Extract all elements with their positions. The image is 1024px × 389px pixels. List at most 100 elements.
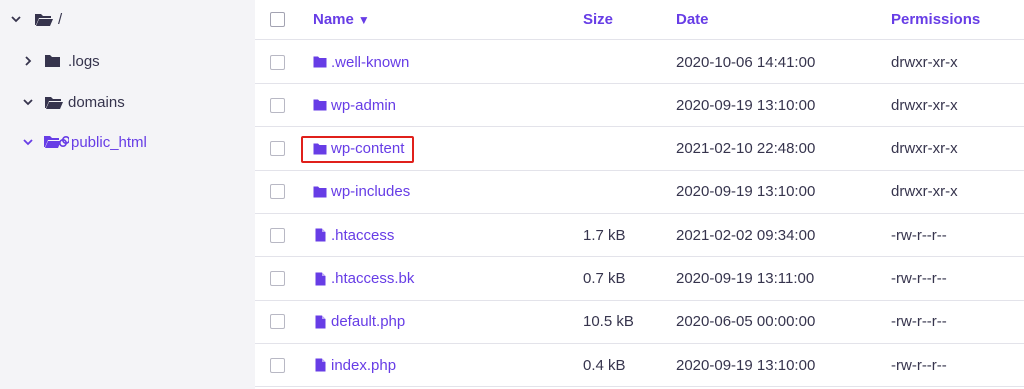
name-cell: default.php bbox=[313, 301, 405, 343]
chevron-down-icon[interactable] bbox=[22, 96, 34, 108]
permissions-cell: drwxr-xr-x bbox=[891, 53, 958, 71]
date-cell: 2021-02-10 22:48:00 bbox=[676, 140, 816, 158]
file-name-link[interactable]: wp-content bbox=[313, 140, 404, 157]
tree-item-label: domains bbox=[68, 93, 125, 111]
row-checkbox-cell bbox=[270, 84, 286, 126]
file-name: .well-known bbox=[331, 53, 410, 71]
permissions-cell: drwxr-xr-x bbox=[891, 96, 958, 114]
table-row[interactable]: index.php 0.4 kB 2020-09-19 13:10:00 -rw-r-… bbox=[255, 344, 1024, 388]
table-row[interactable]: .htaccess.bk 0.7 kB 2020-09-19 13:11:00 -rw… bbox=[255, 258, 1024, 301]
row-checkbox[interactable] bbox=[270, 227, 285, 243]
row-checkbox-cell bbox=[270, 344, 286, 386]
date-cell: 2020-09-19 13:10:00 bbox=[676, 356, 816, 374]
name-cell: .well-known bbox=[313, 41, 409, 83]
file-name-link[interactable]: index.php bbox=[313, 357, 396, 374]
sort-desc-icon: ▼ bbox=[357, 12, 370, 27]
tree-item-label: .logs bbox=[68, 52, 100, 70]
row-checkbox[interactable] bbox=[270, 97, 285, 113]
permissions-cell: -rw-r--r-- bbox=[891, 313, 947, 331]
date-cell: 2020-06-05 00:00:00 bbox=[676, 313, 816, 331]
column-header-date[interactable]: Date bbox=[676, 0, 709, 39]
size-cell: 0.7 kB bbox=[583, 270, 626, 287]
table-row[interactable]: default.php 10.5 kB 2020-06-05 00:00:00 -rw… bbox=[255, 301, 1024, 344]
date-cell: 2020-10-06 14:41:00 bbox=[676, 53, 816, 71]
row-checkbox[interactable] bbox=[270, 184, 285, 200]
file-name-link[interactable]: .htaccess bbox=[313, 227, 394, 244]
row-checkbox-cell bbox=[270, 128, 286, 170]
chevron-down-icon[interactable] bbox=[10, 13, 22, 25]
file-name: index.php bbox=[331, 356, 397, 374]
row-checkbox[interactable] bbox=[270, 271, 285, 286]
file-icon bbox=[313, 358, 327, 372]
date-cell: 2020-09-19 13:11:00 bbox=[676, 270, 815, 287]
folder-open-icon bbox=[34, 11, 56, 27]
tree-item-root[interactable]: / bbox=[10, 7, 62, 31]
file-name-link[interactable]: .htaccess.bk bbox=[313, 270, 414, 287]
row-checkbox[interactable] bbox=[270, 314, 285, 330]
tree-item-label: public_html bbox=[71, 133, 147, 151]
file-icon bbox=[313, 315, 327, 329]
size-cell: 1.7 kB bbox=[583, 226, 626, 244]
row-checkbox[interactable] bbox=[270, 141, 285, 157]
folder-tree-sidebar: / .logs domains public_html bbox=[0, 0, 255, 389]
size-cell: 0.4 kB bbox=[583, 356, 626, 374]
folder-icon bbox=[313, 185, 327, 199]
column-header-name-label: Name bbox=[313, 11, 354, 28]
row-checkbox-cell bbox=[270, 171, 286, 213]
row-checkbox-cell bbox=[270, 41, 286, 83]
folder-icon bbox=[313, 142, 327, 156]
select-all-checkbox[interactable] bbox=[270, 12, 285, 27]
file-name: default.php bbox=[331, 313, 406, 331]
table-row[interactable]: wp-content 2021-02-10 22:48:00 drwxr-xr-x bbox=[255, 128, 1024, 171]
date-cell: 2020-09-19 13:10:00 bbox=[676, 183, 816, 201]
file-name: .htaccess bbox=[331, 226, 395, 244]
file-list: Name ▼ Size Date Permissions .well-known… bbox=[255, 0, 1024, 389]
row-checkbox-cell bbox=[270, 301, 286, 343]
permissions-cell: -rw-r--r-- bbox=[891, 270, 947, 287]
table-row[interactable]: .well-known 2020-10-06 14:41:00 drwxr-xr-x bbox=[255, 41, 1024, 84]
file-icon bbox=[313, 272, 327, 286]
folder-icon bbox=[313, 98, 327, 112]
file-name: .htaccess.bk bbox=[331, 270, 415, 287]
tree-item-logs[interactable]: .logs bbox=[22, 49, 100, 73]
file-name: wp-admin bbox=[331, 96, 397, 114]
date-cell: 2021-02-02 09:34:00 bbox=[676, 226, 816, 244]
folder-icon bbox=[313, 55, 327, 69]
tree-item-domains[interactable]: domains bbox=[22, 90, 125, 114]
size-cell: 10.5 kB bbox=[583, 313, 634, 331]
file-name: wp-includes bbox=[331, 183, 411, 201]
table-row[interactable]: wp-includes 2020-09-19 13:10:00 drwxr-xr-x bbox=[255, 171, 1024, 214]
file-name-link[interactable]: wp-admin bbox=[313, 97, 396, 114]
permissions-cell: -rw-r--r-- bbox=[891, 356, 947, 374]
folder-icon bbox=[44, 53, 66, 69]
name-cell: .htaccess bbox=[313, 214, 394, 256]
row-checkbox-cell bbox=[270, 258, 286, 300]
name-cell: wp-admin bbox=[313, 84, 396, 126]
row-checkbox[interactable] bbox=[270, 54, 285, 70]
column-header-size[interactable]: Size bbox=[583, 0, 613, 39]
chevron-down-icon[interactable] bbox=[22, 136, 34, 148]
file-name-link[interactable]: default.php bbox=[313, 313, 405, 330]
name-cell: wp-includes bbox=[313, 171, 410, 213]
name-cell: .htaccess.bk bbox=[313, 258, 414, 300]
select-all-cell bbox=[270, 0, 286, 39]
table-row[interactable]: .htaccess 1.7 kB 2021-02-02 09:34:00 -rw-r-… bbox=[255, 214, 1024, 258]
file-name-link[interactable]: .well-known bbox=[313, 54, 409, 71]
row-checkbox[interactable] bbox=[270, 357, 285, 373]
column-header-permissions[interactable]: Permissions bbox=[891, 0, 980, 39]
column-header-name[interactable]: Name ▼ bbox=[313, 0, 370, 39]
permissions-cell: drwxr-xr-x bbox=[891, 140, 958, 158]
table-row[interactable]: wp-admin 2020-09-19 13:10:00 drwxr-xr-x bbox=[255, 84, 1024, 128]
date-cell: 2020-09-19 13:10:00 bbox=[676, 96, 816, 114]
row-checkbox-cell bbox=[270, 214, 286, 256]
folder-link-icon bbox=[43, 134, 69, 150]
permissions-cell: drwxr-xr-x bbox=[891, 183, 958, 201]
folder-open-icon bbox=[44, 94, 66, 110]
tree-item-label: / bbox=[58, 10, 63, 28]
file-name-link[interactable]: wp-includes bbox=[313, 183, 410, 200]
name-cell: wp-content bbox=[313, 128, 404, 170]
chevron-right-icon[interactable] bbox=[22, 55, 34, 67]
name-cell: index.php bbox=[313, 344, 396, 386]
tree-item-public-html[interactable]: public_html bbox=[22, 130, 147, 154]
permissions-cell: -rw-r--r-- bbox=[891, 226, 947, 244]
